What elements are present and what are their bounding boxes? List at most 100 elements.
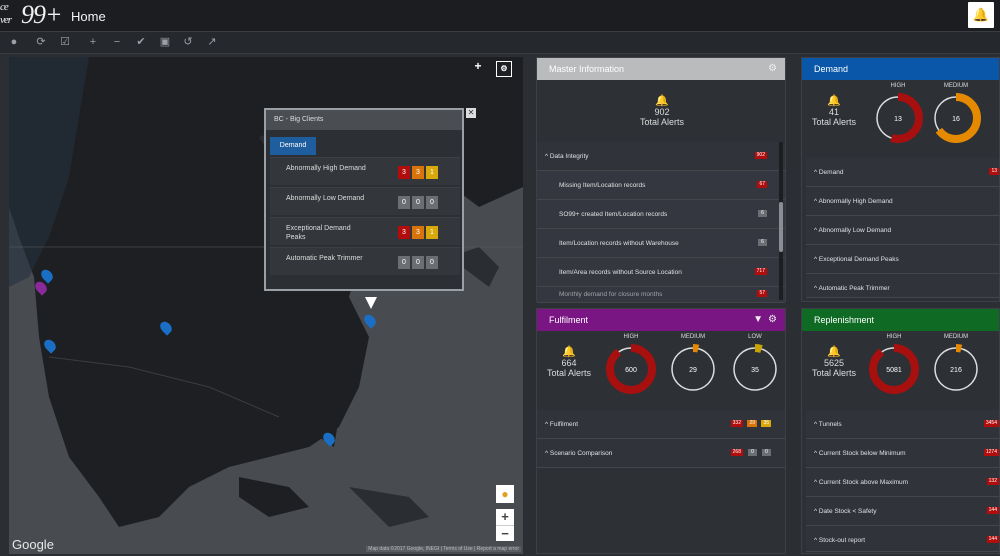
count-badge: 3454 bbox=[983, 420, 999, 427]
notifications-bell-icon[interactable]: 🔔 bbox=[968, 2, 994, 28]
map-attribution[interactable]: Map data ©2017 Google, INEGI | Terms of … bbox=[366, 546, 521, 552]
map-settings-icon[interactable]: ⚙ bbox=[496, 61, 512, 77]
count-badge: 6 bbox=[758, 210, 767, 217]
lock-icon[interactable]: ● bbox=[7, 35, 21, 49]
svg-text:29: 29 bbox=[689, 367, 697, 374]
bell-icon: 🔔 bbox=[562, 346, 576, 358]
toolbar: ● ⟳ ☑ + − ✔ ▣ ↺ ↗ bbox=[0, 32, 1000, 54]
alert-summary: 🔔 5625 Total Alerts bbox=[806, 345, 862, 378]
popup-row[interactable]: Abnormally Low Demand 0 0 0 bbox=[270, 187, 460, 215]
alert-list: ^ Demand 13 ^ Abnormally High Demand ^ Ab… bbox=[806, 158, 999, 298]
refresh-icon[interactable]: ⟳ bbox=[34, 35, 48, 49]
demand-panel: Demand 🔔 41 Total Alerts HIGH 13 MEDIUM … bbox=[801, 57, 1000, 302]
bell-icon: 🔔 bbox=[827, 346, 841, 358]
map-info-popup: BC - Big Clients ✕ Demand Abnormally Hig… bbox=[264, 108, 476, 291]
svg-text:16: 16 bbox=[952, 116, 960, 123]
street-view-pegman-icon[interactable]: ● bbox=[496, 485, 514, 503]
count-badge: 13 bbox=[989, 168, 999, 175]
panel-title: Master Information bbox=[537, 58, 785, 80]
list-item[interactable]: ^ Stock-out report 144 bbox=[806, 526, 999, 552]
popup-row[interactable]: Abnormally High Demand 3 3 1 bbox=[270, 157, 460, 185]
count-badge: 144 bbox=[986, 507, 999, 514]
list-item[interactable]: ^ Current Stock above Maximum 132 bbox=[806, 468, 999, 497]
donut-gauge: 216 bbox=[931, 344, 981, 394]
svg-text:600: 600 bbox=[625, 367, 637, 374]
selected-location-marker-icon[interactable] bbox=[365, 297, 377, 309]
gauge-high[interactable]: HIGH 13 bbox=[872, 83, 924, 149]
list-item[interactable]: Item/Location records without Warehouse 6 bbox=[537, 229, 785, 258]
donut-gauge: 5081 bbox=[869, 344, 919, 394]
svg-text:35: 35 bbox=[751, 367, 759, 374]
save-icon[interactable]: ▣ bbox=[158, 35, 172, 49]
list-item[interactable]: Monthly demand for closure months 57 bbox=[537, 287, 785, 303]
count-badge: 902 bbox=[754, 152, 767, 159]
list-item[interactable]: ^ Exceptional Demand Peaks bbox=[806, 245, 999, 274]
zoom-in-button[interactable]: + bbox=[496, 509, 514, 525]
gauge-medium[interactable]: MEDIUM 16 bbox=[930, 83, 982, 149]
list-item[interactable]: ^ Data Integrity 902 bbox=[537, 142, 785, 171]
count-badge: 132 bbox=[986, 478, 999, 485]
list-item[interactable]: ^ Fulfilment 332 29 35 bbox=[537, 410, 785, 439]
scrollbar[interactable] bbox=[779, 142, 783, 300]
fulfilment-panel: Fulfilment ▼ ⚙ 🔔 664 Total Alerts HIGH 6… bbox=[536, 308, 786, 554]
expand-map-plus-icon[interactable]: + bbox=[473, 60, 483, 72]
count-badge: 717 bbox=[754, 268, 767, 275]
gauge-high[interactable]: HIGH 600 bbox=[605, 334, 657, 400]
donut-gauge: 13 bbox=[873, 93, 923, 143]
page-title: Home bbox=[71, 9, 106, 24]
external-link-icon[interactable]: ↗ bbox=[205, 35, 219, 49]
count-badge: 0 bbox=[748, 449, 757, 456]
list-item[interactable]: ^ Tunnels 3454 bbox=[806, 410, 999, 439]
app-logo[interactable]: ce ver 99+ bbox=[0, 2, 63, 28]
list-item[interactable]: ^ Abnormally Low Demand bbox=[806, 216, 999, 245]
alert-summary: 🔔 902 Total Alerts bbox=[622, 94, 702, 127]
gear-icon[interactable]: ⚙ bbox=[768, 314, 777, 325]
donut-gauge: 35 bbox=[730, 344, 780, 394]
popup-row[interactable]: Automatic Peak Trimmer 0 0 0 bbox=[270, 247, 460, 275]
gauge-medium[interactable]: MEDIUM 216 bbox=[930, 334, 982, 400]
count-badge: 35 bbox=[761, 420, 771, 427]
popup-row[interactable]: Exceptional Demand Peaks 3 3 1 bbox=[270, 217, 460, 245]
list-item[interactable]: ^ Automatic Peak Trimmer bbox=[806, 274, 999, 298]
count-badge: 1274 bbox=[983, 449, 999, 456]
alert-summary: 🔔 664 Total Alerts bbox=[541, 345, 597, 378]
alert-list: ^ Data Integrity 902 Missing Item/Locatio… bbox=[537, 142, 785, 303]
plus-icon[interactable]: + bbox=[86, 35, 100, 49]
checkbox-icon[interactable]: ☑ bbox=[58, 35, 72, 49]
popup-close-icon[interactable]: ✕ bbox=[466, 108, 476, 118]
list-item[interactable]: ^ Date Stock < Safety 144 bbox=[806, 497, 999, 526]
check-circle-icon[interactable]: ✔ bbox=[134, 35, 148, 49]
popup-tab-demand[interactable]: Demand bbox=[270, 137, 316, 155]
bell-icon: 🔔 bbox=[655, 95, 669, 107]
undo-icon[interactable]: ↺ bbox=[181, 35, 195, 49]
alert-list: ^ Fulfilment 332 29 35 ^ Scenario Compar… bbox=[537, 410, 785, 468]
list-item[interactable]: Item/Area records without Source Locatio… bbox=[537, 258, 785, 287]
svg-text:13: 13 bbox=[894, 116, 902, 123]
count-badge: 29 bbox=[747, 420, 757, 427]
count-badge: 332 bbox=[730, 420, 743, 427]
filter-icon[interactable]: ▼ bbox=[753, 314, 763, 325]
list-item[interactable]: ^ Demand 13 bbox=[806, 158, 999, 187]
replenishment-panel: Replenishment 🔔 5625 Total Alerts HIGH 5… bbox=[801, 308, 1000, 554]
count-badge: 0 bbox=[762, 449, 771, 456]
minus-icon[interactable]: − bbox=[110, 35, 124, 49]
gear-icon[interactable]: ⚙ bbox=[768, 63, 777, 74]
gauge-high[interactable]: HIGH 5081 bbox=[868, 334, 920, 400]
count-badge: 6 bbox=[758, 239, 767, 246]
list-item[interactable]: ^ Scenario Comparison 268 0 0 bbox=[537, 439, 785, 468]
panel-title: Demand bbox=[802, 58, 999, 80]
popup-title: BC - Big Clients bbox=[266, 110, 462, 130]
list-item[interactable]: Missing Item/Location records 67 bbox=[537, 171, 785, 200]
list-item[interactable]: SO99+ created Item/Location records 6 bbox=[537, 200, 785, 229]
gauge-low[interactable]: LOW 35 bbox=[729, 334, 781, 400]
alert-summary: 🔔 41 Total Alerts bbox=[806, 94, 862, 127]
count-badge: 144 bbox=[986, 536, 999, 543]
list-item[interactable]: ^ Abnormally High Demand bbox=[806, 187, 999, 216]
zoom-out-button[interactable]: − bbox=[496, 525, 514, 541]
master-information-panel: Master Information ⚙ 🔔 902 Total Alerts … bbox=[536, 57, 786, 303]
donut-gauge: 16 bbox=[931, 93, 981, 143]
gauge-medium[interactable]: MEDIUM 29 bbox=[667, 334, 719, 400]
svg-text:5081: 5081 bbox=[886, 367, 902, 374]
panel-title: Replenishment bbox=[802, 309, 999, 331]
list-item[interactable]: ^ Current Stock below Minimum 1274 bbox=[806, 439, 999, 468]
